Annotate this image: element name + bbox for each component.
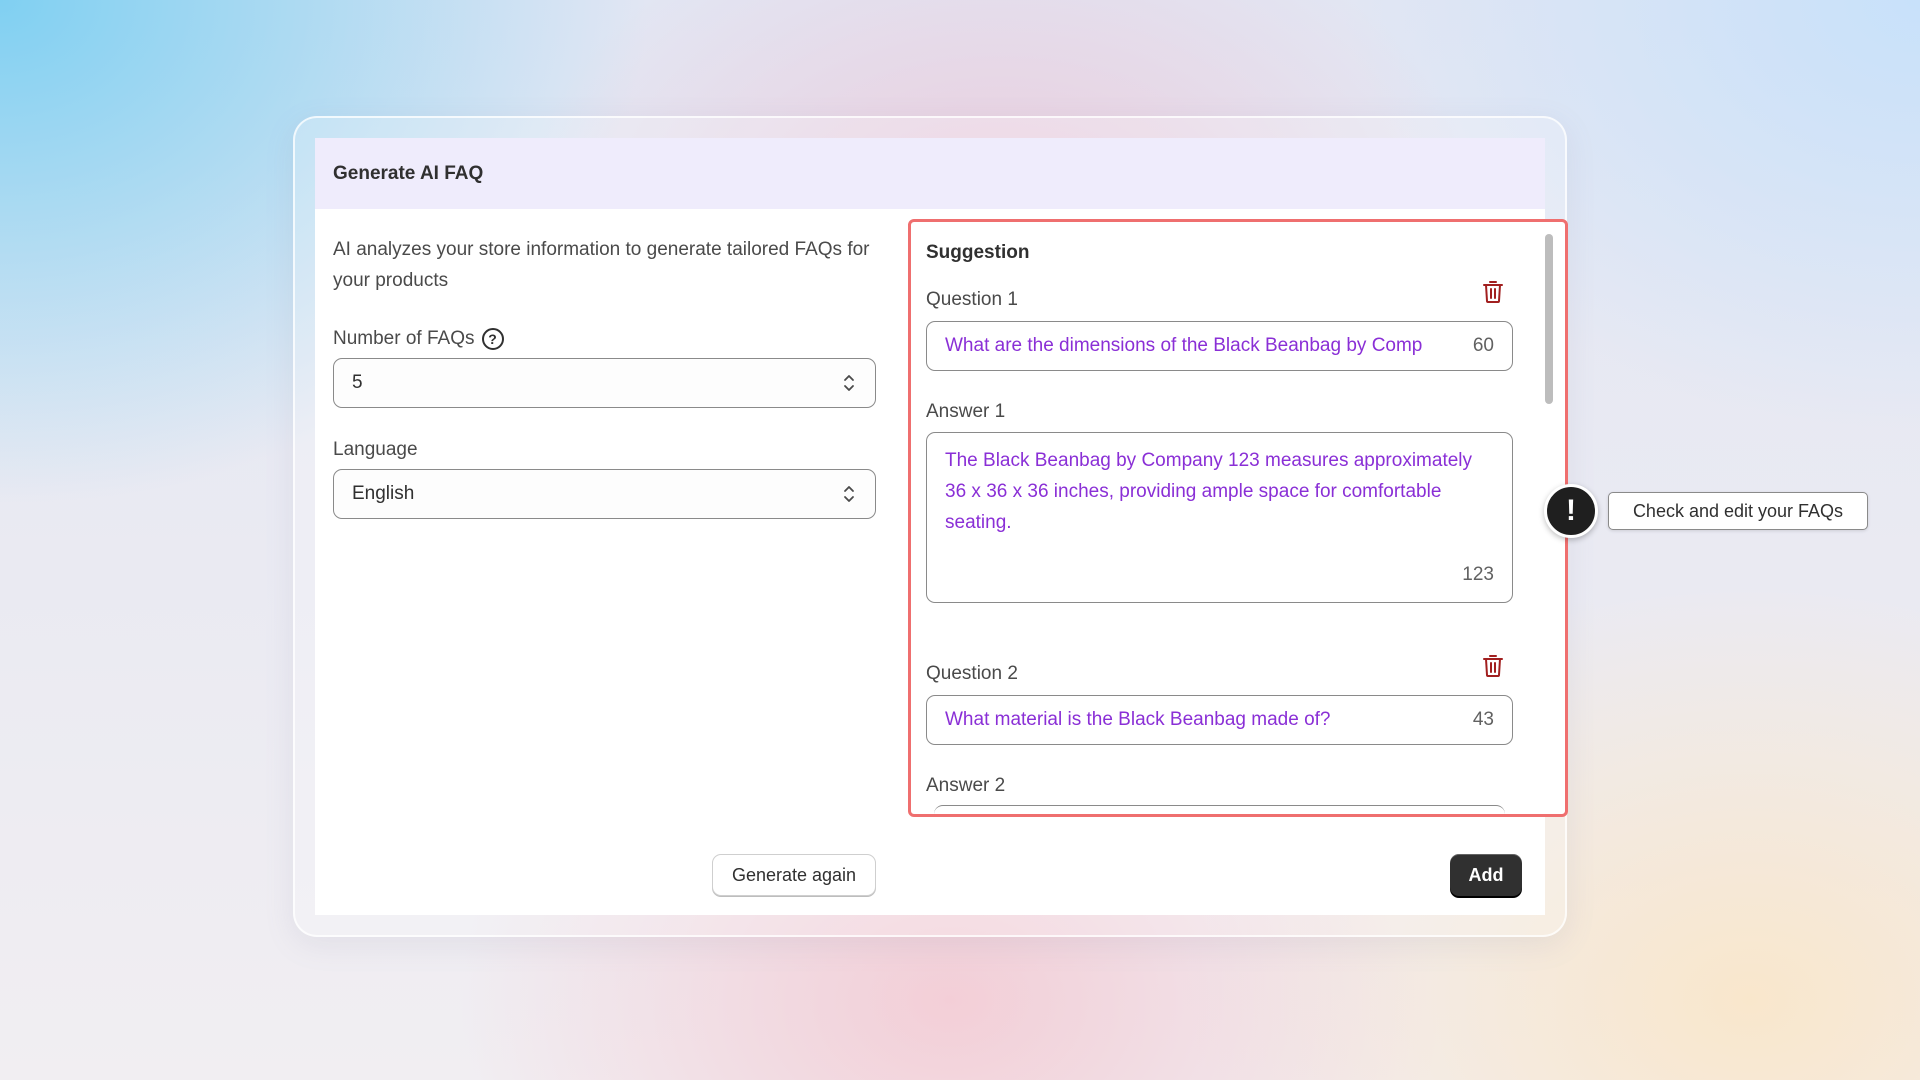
question-2-text: What material is the Black Beanbag made … [945, 709, 1331, 730]
question-1-char-count: 60 [1472, 335, 1494, 356]
modal-header: Generate AI FAQ [315, 138, 1545, 209]
num-faqs-select[interactable]: 5 [333, 358, 876, 408]
scrollbar-thumb[interactable] [1545, 234, 1553, 404]
question-1-input[interactable]: What are the dimensions of the Black Bea… [926, 321, 1513, 371]
answer-2-label: Answer 2 [926, 775, 1006, 796]
language-select[interactable]: English [333, 469, 876, 519]
callout-tooltip: Check and edit your FAQs [1608, 492, 1868, 530]
generate-again-button[interactable]: Generate again [712, 854, 876, 896]
trash-icon[interactable] [1482, 654, 1504, 678]
modal-description: AI analyzes your store information to ge… [333, 239, 870, 291]
question-2-char-count: 43 [1472, 709, 1494, 730]
answer-1-label: Answer 1 [926, 401, 1006, 422]
num-faqs-value: 5 [352, 372, 363, 393]
question-1-text: What are the dimensions of the Black Bea… [945, 335, 1423, 356]
question-1-label: Question 1 [926, 289, 1018, 310]
num-faqs-label: Number of FAQs [333, 328, 475, 349]
exclamation-icon: ! [1544, 484, 1598, 538]
answer-1-textarea[interactable]: The Black Beanbag by Company 123 measure… [926, 432, 1513, 603]
language-value: English [352, 483, 415, 504]
question-2-label: Question 2 [926, 663, 1018, 684]
language-label-row: Language [333, 439, 418, 461]
modal-title: Generate AI FAQ [333, 162, 484, 184]
add-button[interactable]: Add [1450, 854, 1522, 896]
trash-icon[interactable] [1482, 280, 1504, 304]
suggestion-title: Suggestion [926, 242, 1030, 263]
suggestion-panel: Suggestion Question 1 What are the dimen… [908, 219, 1568, 817]
chevron-updown-icon [841, 481, 857, 507]
language-label: Language [333, 439, 418, 460]
answer-1-text: The Black Beanbag by Company 123 measure… [945, 450, 1473, 533]
num-faqs-label-row: Number of FAQs ? [333, 328, 504, 350]
help-icon[interactable]: ? [481, 328, 504, 350]
answer-2-textarea[interactable] [934, 805, 1505, 814]
answer-1-char-count: 123 [1462, 564, 1494, 585]
question-2-input[interactable]: What material is the Black Beanbag made … [926, 695, 1513, 745]
suggestion-scroll-area[interactable]: Suggestion Question 1 What are the dimen… [911, 222, 1541, 814]
chevron-updown-icon [841, 370, 857, 396]
